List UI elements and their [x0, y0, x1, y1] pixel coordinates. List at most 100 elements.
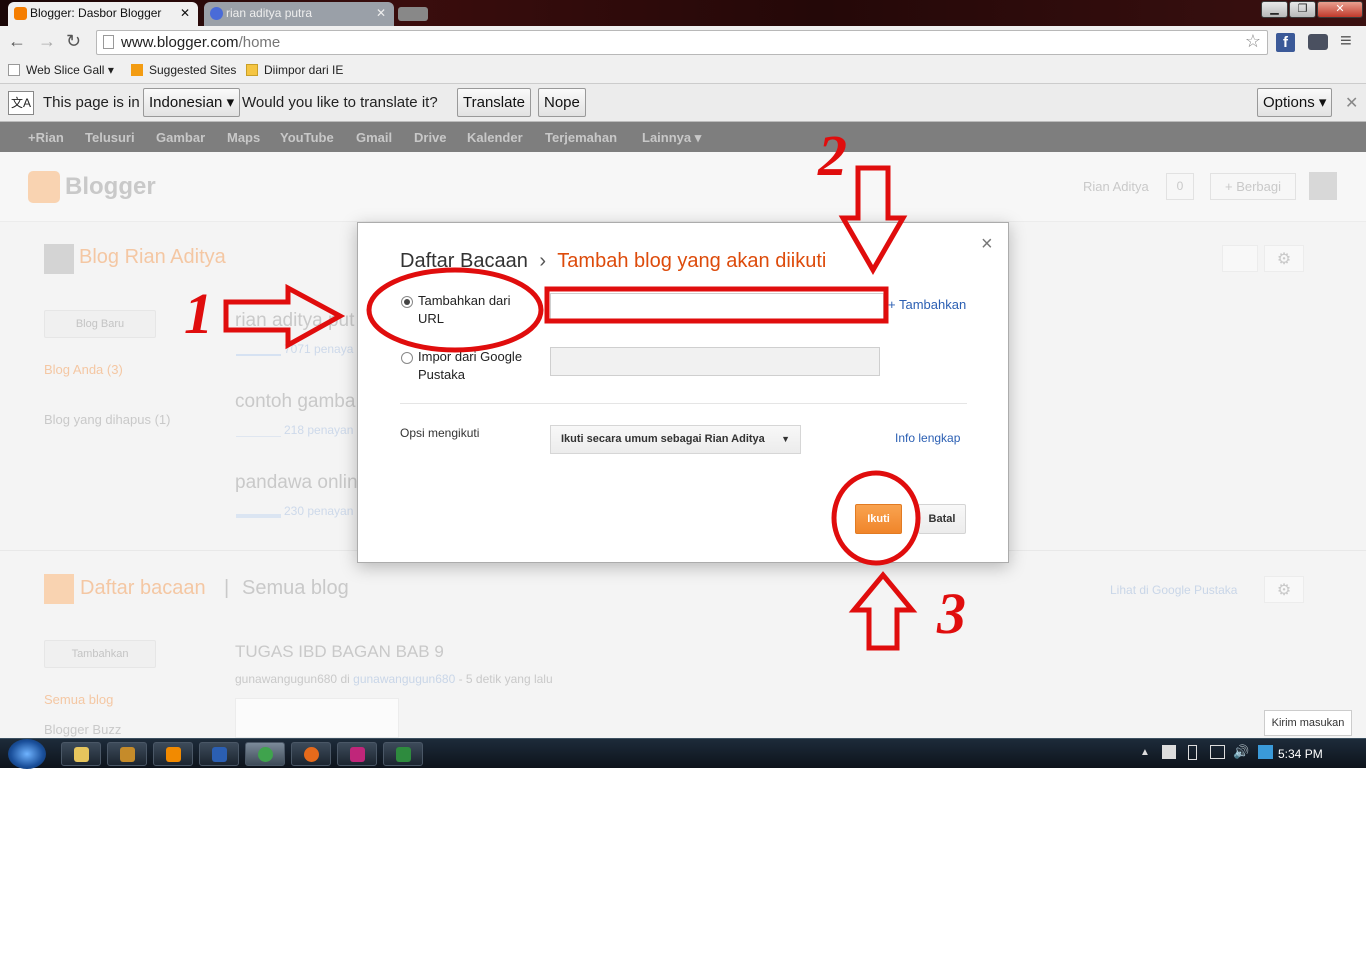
all-blogs-link[interactable]: Semua blog: [44, 692, 113, 707]
nope-button[interactable]: Nope: [538, 88, 586, 117]
sparkline: [236, 422, 281, 437]
folder-icon: [246, 64, 258, 76]
post-views: 218 penayan: [284, 423, 354, 437]
taskbar-explorer[interactable]: [61, 742, 101, 766]
reload-icon[interactable]: ↻: [66, 31, 81, 52]
blogger-buzz-link[interactable]: Blogger Buzz: [44, 722, 121, 737]
taskbar-excel[interactable]: [383, 742, 423, 766]
facebook-extension-icon[interactable]: f: [1276, 33, 1295, 52]
follow-options-label: Opsi mengikuti: [400, 426, 480, 440]
bookmark-label: Web Slice Gall: [26, 63, 105, 77]
deleted-blogs-link[interactable]: Blog yang dihapus (1): [44, 412, 170, 427]
battery-icon[interactable]: [1188, 745, 1197, 760]
forward-icon[interactable]: →: [38, 31, 56, 52]
camera-extension-icon[interactable]: [1308, 34, 1328, 50]
close-infobar-icon[interactable]: ✕: [1345, 93, 1358, 113]
blog-title[interactable]: Blog Rian Aditya: [79, 246, 226, 269]
tab-title: rian aditya putra: [226, 6, 313, 20]
flag-icon[interactable]: [1162, 745, 1176, 759]
close-window-icon[interactable]: ✕: [1317, 1, 1363, 18]
site-favicon-icon: [210, 7, 223, 20]
taskbar-chrome[interactable]: [245, 742, 285, 766]
user-name[interactable]: Rian Aditya: [1083, 179, 1149, 194]
post-title[interactable]: pandawa onlin: [235, 472, 358, 494]
maximize-icon[interactable]: ❐: [1289, 1, 1316, 18]
follow-options-select[interactable]: Ikuti secara umum sebagai Rian Aditya ▼: [550, 425, 801, 454]
translate-button[interactable]: Translate: [457, 88, 531, 117]
gbar-more-link[interactable]: Lainnya ▾: [642, 130, 701, 146]
taskbar-vlc[interactable]: [153, 742, 193, 766]
reading-list-title: Daftar bacaan: [80, 577, 206, 599]
gbar-link[interactable]: Maps: [227, 130, 260, 145]
dropbox-icon[interactable]: [1258, 745, 1273, 759]
blog-dropdown[interactable]: [1222, 245, 1258, 272]
add-url-link[interactable]: + Tambahkan: [888, 297, 966, 312]
settings-gear-icon[interactable]: ⚙: [1264, 245, 1304, 272]
option-url-line1: Tambahkan dari: [418, 293, 511, 308]
bookmark-suggested-sites[interactable]: Suggested Sites: [131, 63, 236, 77]
volume-icon[interactable]: 🔊: [1233, 744, 1249, 760]
taskbar-word[interactable]: [199, 742, 239, 766]
network-icon[interactable]: [1210, 745, 1225, 759]
tab-close-icon[interactable]: ✕: [180, 2, 190, 24]
gbar-link[interactable]: Gmail: [356, 130, 392, 145]
gbar-link[interactable]: Drive: [414, 130, 447, 145]
gbar-link[interactable]: Kalender: [467, 130, 523, 145]
tab-blogger[interactable]: Blogger: Dasbor Blogger ✕: [8, 2, 198, 26]
blogger-header: [0, 152, 1366, 222]
start-button[interactable]: [8, 739, 46, 769]
import-input[interactable]: [550, 347, 880, 376]
taskbar-clock[interactable]: 5:34 PM: [1278, 747, 1323, 761]
taskbar-firefox[interactable]: [291, 742, 331, 766]
gbar-link[interactable]: Terjemahan: [545, 130, 617, 145]
follow-button[interactable]: Ikuti: [855, 504, 902, 534]
gbar-link[interactable]: YouTube: [280, 130, 334, 145]
close-dialog-icon[interactable]: ×: [981, 233, 993, 256]
share-button[interactable]: + Berbagi: [1210, 173, 1296, 200]
new-blog-button[interactable]: Blog Baru: [44, 310, 156, 338]
info-link[interactable]: Info lengkap: [895, 431, 960, 445]
blogger-logo-icon: [28, 171, 60, 203]
url-input[interactable]: [550, 293, 884, 322]
options-button[interactable]: Options ▾: [1257, 88, 1333, 117]
address-bar[interactable]: www.blogger.com/home ☆: [96, 30, 1268, 55]
back-icon[interactable]: ←: [8, 31, 26, 52]
sparkline: [236, 504, 281, 518]
title-separator: |: [224, 577, 230, 599]
gbar-link[interactable]: +Rian: [28, 130, 64, 145]
post-views: 230 penayan: [284, 504, 354, 518]
taskbar-app-pink[interactable]: [337, 742, 377, 766]
menu-wrench-icon[interactable]: ≡: [1340, 30, 1352, 53]
post-title[interactable]: rian aditya put: [235, 310, 354, 332]
avatar[interactable]: [1309, 172, 1337, 200]
window-titlebar: Blogger: Dasbor Blogger ✕ rian aditya pu…: [0, 0, 1366, 26]
tray-expand-icon[interactable]: ▲: [1140, 747, 1150, 758]
notification-count[interactable]: 0: [1166, 173, 1194, 200]
blog-anda-link[interactable]: Blog Anda (3): [44, 362, 123, 377]
taskbar-app[interactable]: [107, 742, 147, 766]
dialog-title: Tambah blog yang akan diikuti: [557, 250, 827, 272]
radio-add-from-url[interactable]: [401, 296, 413, 308]
view-in-reader-link[interactable]: Lihat di Google Pustaka: [1110, 583, 1237, 597]
radio-import-reader[interactable]: [401, 352, 413, 364]
new-tab-button[interactable]: [398, 7, 428, 21]
feed-blog-link[interactable]: gunawangugun680: [353, 672, 455, 686]
address-path: /home: [238, 34, 281, 51]
post-title[interactable]: contoh gamba: [235, 391, 355, 413]
tab-close-icon[interactable]: ✕: [376, 2, 386, 24]
gbar-link[interactable]: Gambar: [156, 130, 205, 145]
feed-title[interactable]: TUGAS IBD BAGAN BAB 9: [235, 642, 444, 662]
bookmark-star-icon[interactable]: ☆: [1245, 30, 1261, 53]
bookmark-web-slice[interactable]: Web Slice Gall ▾: [8, 63, 114, 77]
cancel-button[interactable]: Batal: [918, 504, 966, 534]
add-blog-button[interactable]: Tambahkan: [44, 640, 156, 668]
language-select[interactable]: Indonesian ▾: [143, 88, 241, 117]
reading-settings-gear-icon[interactable]: ⚙: [1264, 576, 1304, 603]
gbar-link[interactable]: Telusuri: [85, 130, 135, 145]
translate-prefix: This page is in: [43, 94, 140, 111]
minimize-icon[interactable]: ▁: [1261, 1, 1288, 18]
option-url-label: Tambahkan dari URL: [418, 292, 511, 328]
bookmark-folder-ie[interactable]: Diimpor dari IE: [246, 63, 343, 77]
tab-rian-aditya[interactable]: rian aditya putra ✕: [204, 2, 394, 26]
feedback-button[interactable]: Kirim masukan: [1264, 710, 1352, 736]
